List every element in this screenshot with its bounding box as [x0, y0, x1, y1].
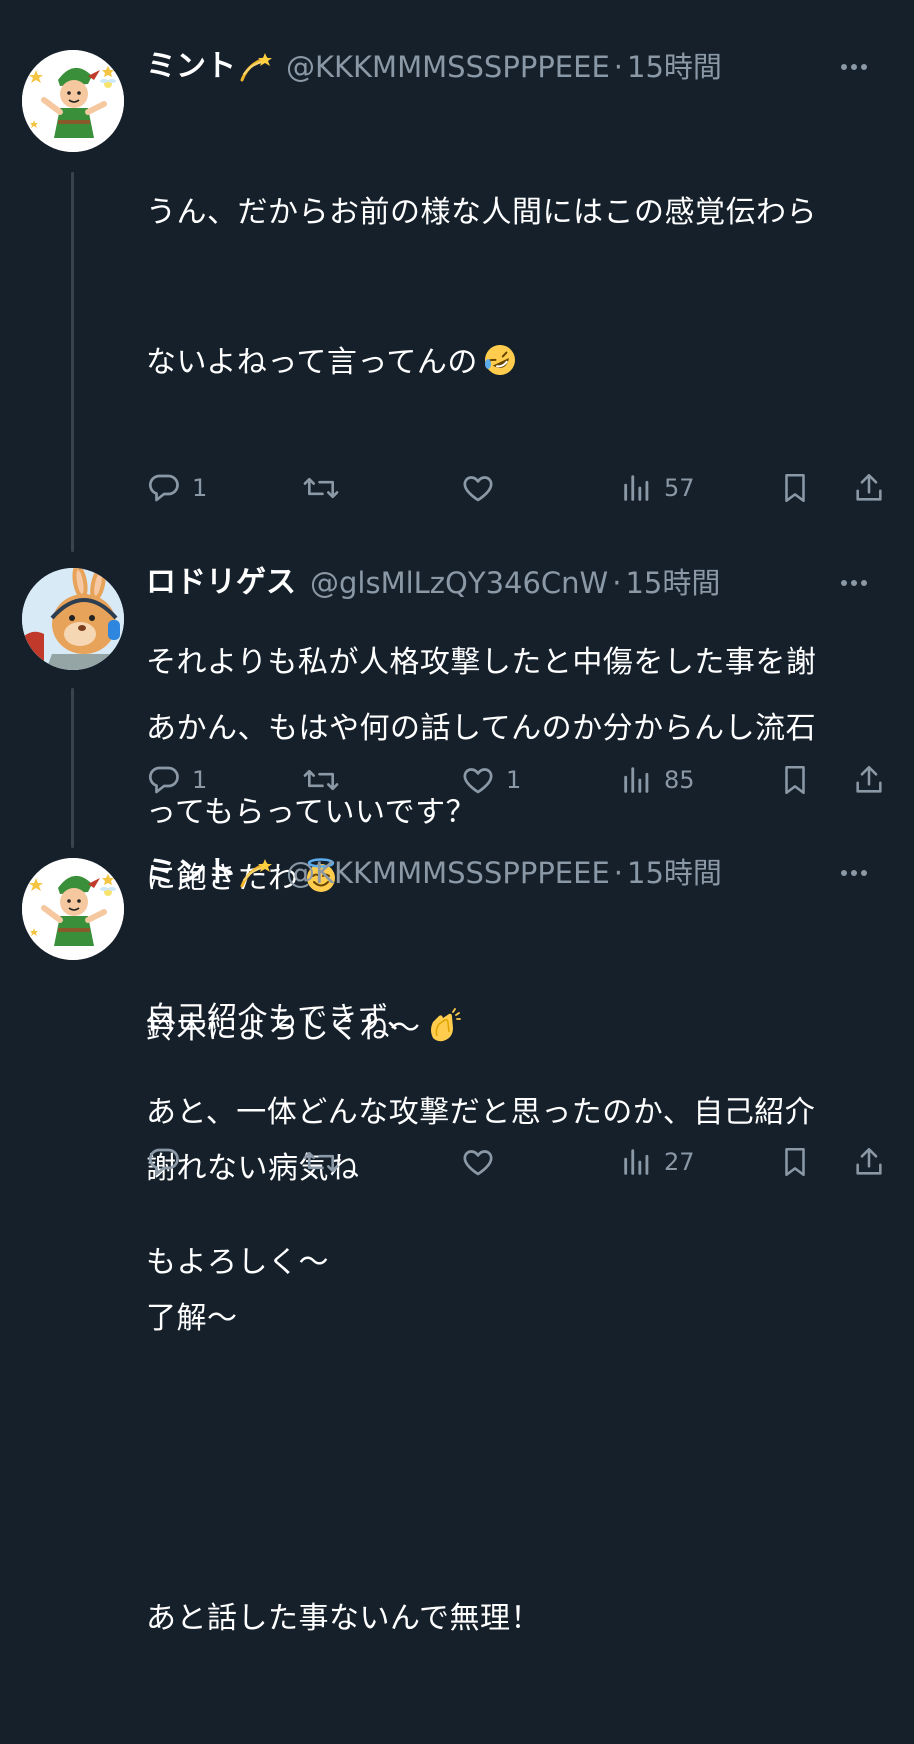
tweet[interactable]: ミント @KKKMMMSSSPPPEEE · 15時間 自己紹介もできず、 謝れ…: [0, 820, 914, 1636]
reply-button[interactable]: 1: [146, 758, 207, 802]
tweet-line: うん、だからお前の様な人間にはこの感覚伝わら: [146, 195, 817, 230]
views-icon: [620, 1145, 654, 1179]
reply-icon: [146, 1144, 182, 1180]
share-icon: [852, 1144, 886, 1180]
views-button[interactable]: 57: [620, 466, 695, 510]
views-button[interactable]: 27: [620, 1140, 695, 1184]
tweet-text: 自己紹介もできず、 謝れない病気ね 了解〜 あと話した事ないんで無理！: [146, 894, 886, 1744]
avatar[interactable]: [22, 858, 124, 960]
heart-icon: [460, 1144, 496, 1180]
user-handle[interactable]: @glsMlLzQY346CnW: [310, 562, 608, 604]
share-button[interactable]: [852, 466, 886, 510]
tweet-line: 了解〜: [146, 1301, 238, 1336]
reply-icon: [146, 762, 182, 798]
action-bar: 27: [146, 1140, 896, 1184]
separator-dot: ·: [613, 856, 623, 890]
tweet-line: 自己紹介もできず、: [146, 1001, 418, 1036]
bookmark-button[interactable]: [778, 1140, 812, 1184]
tweet-header: ミント @KKKMMMSSSPPPEEE · 15時間: [146, 852, 894, 894]
tweet[interactable]: ミント @KKKMMMSSSPPPEEE · 15時間 うん、だからお前の様な人…: [0, 0, 914, 1280]
separator-dot: ·: [612, 566, 622, 600]
views-icon: [620, 471, 654, 505]
like-button[interactable]: [460, 1140, 506, 1184]
like-button[interactable]: [460, 466, 506, 510]
share-button[interactable]: [852, 758, 886, 802]
reply-button[interactable]: 1: [146, 466, 207, 510]
tweet-line: [146, 1444, 886, 1494]
user-handle[interactable]: @KKKMMMSSSPPPEEE: [286, 46, 610, 88]
reply-icon: [146, 470, 182, 506]
like-button[interactable]: 1: [460, 758, 521, 802]
tweet-header: ミント @KKKMMMSSSPPPEEE · 15時間: [146, 46, 894, 88]
like-count: 1: [506, 766, 522, 794]
rofl-emoji-icon: [482, 342, 518, 378]
dizzy-emoji-icon: [238, 856, 272, 890]
avatar[interactable]: [22, 568, 124, 670]
reply-count: 1: [192, 766, 208, 794]
tweet-line: ないよねって言ってんの: [146, 338, 886, 388]
views-icon: [620, 763, 654, 797]
bookmark-button[interactable]: [778, 466, 812, 510]
share-icon: [852, 762, 886, 798]
bookmark-icon: [778, 470, 812, 506]
bookmark-icon: [778, 762, 812, 798]
display-name[interactable]: ロドリゲス: [146, 562, 296, 604]
heart-icon: [460, 762, 496, 798]
share-icon: [852, 470, 886, 506]
user-handle[interactable]: @KKKMMMSSSPPPEEE: [286, 852, 610, 894]
dizzy-emoji-icon: [238, 50, 272, 84]
retweet-button[interactable]: [302, 1140, 350, 1184]
retweet-icon: [302, 470, 340, 506]
timestamp[interactable]: 15時間: [627, 852, 722, 894]
view-count: 27: [664, 1148, 695, 1176]
avatar[interactable]: [22, 50, 124, 152]
retweet-button[interactable]: [302, 758, 350, 802]
display-name[interactable]: ミント: [146, 852, 236, 894]
action-bar: 1 1 85: [146, 758, 896, 802]
share-button[interactable]: [852, 1140, 886, 1184]
reply-button[interactable]: [146, 1140, 192, 1184]
tweet-line-text: ないよねって言ってんの: [146, 345, 478, 380]
tweet[interactable]: ロドリゲス @glsMlLzQY346CnW · 15時間 あかん、もはや何の話…: [0, 540, 914, 1046]
retweet-button[interactable]: [302, 466, 350, 510]
tweet-header: ロドリゲス @glsMlLzQY346CnW · 15時間: [146, 562, 894, 604]
more-icon[interactable]: [840, 852, 868, 894]
tweet-line: あかん、もはや何の話してんのか分からんし流石: [146, 711, 817, 746]
view-count: 57: [664, 474, 695, 502]
retweet-icon: [302, 762, 340, 798]
display-name[interactable]: ミント: [146, 46, 236, 88]
separator-dot: ·: [613, 50, 623, 84]
timestamp[interactable]: 15時間: [627, 46, 722, 88]
action-bar: 1 57: [146, 466, 896, 510]
views-button[interactable]: 85: [620, 758, 695, 802]
more-icon[interactable]: [840, 46, 868, 88]
heart-icon: [460, 470, 496, 506]
retweet-icon: [302, 1144, 340, 1180]
timestamp[interactable]: 15時間: [625, 562, 720, 604]
more-icon[interactable]: [840, 562, 868, 604]
bookmark-icon: [778, 1144, 812, 1180]
bookmark-button[interactable]: [778, 758, 812, 802]
view-count: 85: [664, 766, 695, 794]
tweet-line: あと話した事ないんで無理！: [146, 1601, 541, 1636]
reply-count: 1: [192, 474, 208, 502]
